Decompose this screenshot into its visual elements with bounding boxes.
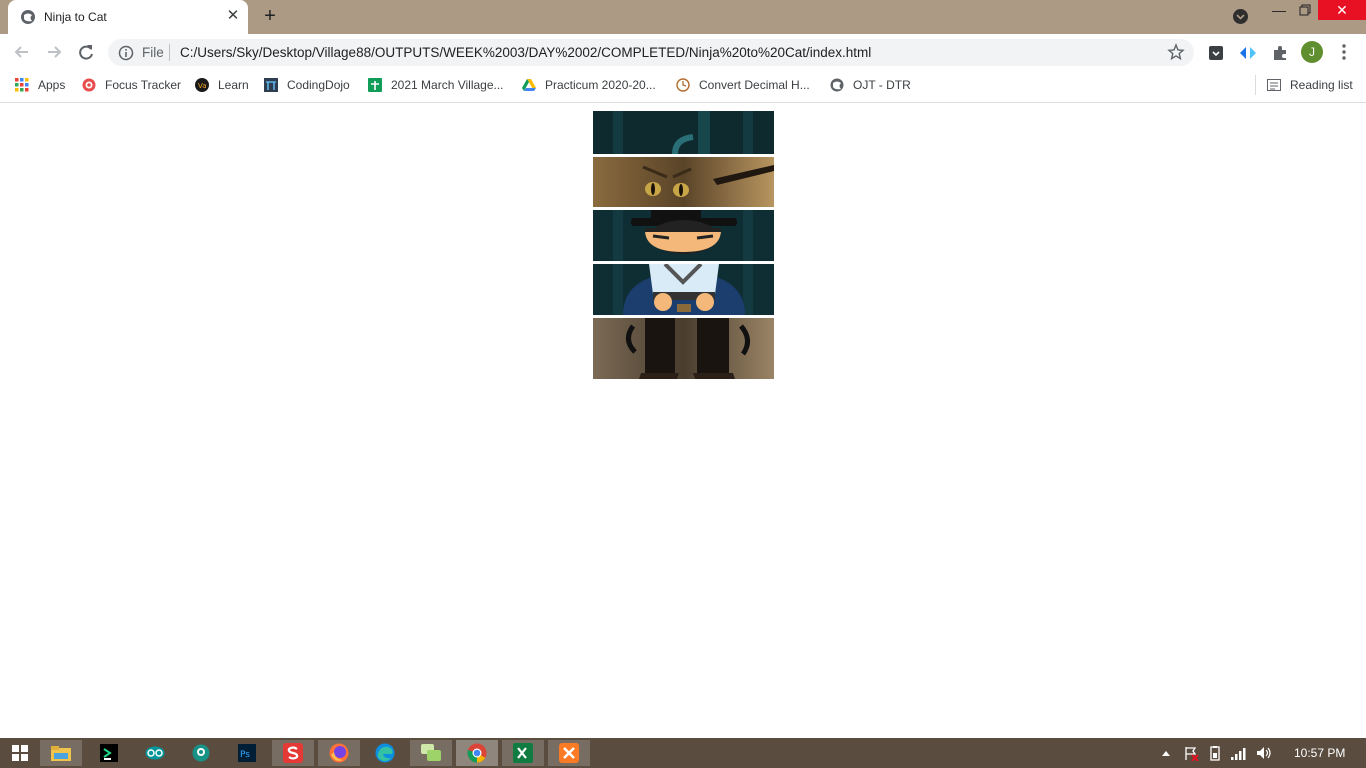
taskbar-xampp[interactable]	[548, 740, 590, 766]
svg-text:Va: Va	[198, 82, 207, 90]
reload-icon[interactable]	[76, 42, 96, 62]
extension-arrows-icon[interactable]	[1238, 44, 1258, 62]
excel-icon	[513, 743, 533, 763]
taskbar-pycharm[interactable]	[88, 740, 130, 766]
bookmark-ojt-dtr[interactable]: OJT - DTR	[830, 77, 911, 93]
bookmark-label: Practicum 2020-20...	[545, 78, 656, 92]
gitkraken-icon	[192, 744, 210, 762]
svg-text:Ps: Ps	[240, 750, 250, 760]
firefox-icon	[329, 743, 349, 763]
cat-strip-5	[593, 318, 774, 379]
wps-icon	[283, 743, 303, 763]
extension-save-icon[interactable]	[1207, 44, 1225, 62]
taskbar-photoshop[interactable]: Ps	[226, 740, 268, 766]
chrome-icon	[467, 743, 487, 763]
restore-button[interactable]	[1294, 2, 1316, 20]
ninja-strip-4	[593, 264, 774, 315]
arduino-icon	[145, 746, 165, 760]
taskbar-arduino[interactable]	[134, 740, 176, 766]
bookmark-star-icon[interactable]	[1167, 43, 1185, 61]
taskbar-chrome[interactable]	[456, 740, 498, 766]
tab-globe-icon	[21, 10, 35, 24]
bookmark-learn[interactable]: Va Learn	[195, 77, 249, 93]
taskbar-firefox[interactable]	[318, 740, 360, 766]
profile-avatar[interactable]: J	[1301, 41, 1323, 63]
tab-title: Ninja to Cat	[44, 10, 107, 24]
focus-tracker-icon	[82, 78, 96, 92]
bookmark-focus-tracker[interactable]: Focus Tracker	[82, 77, 181, 93]
learn-icon: Va	[195, 78, 209, 92]
cat-strip-2	[593, 157, 774, 207]
reading-list-icon	[1267, 79, 1281, 91]
bookmark-apps[interactable]: Apps	[15, 77, 65, 93]
extensions-puzzle-icon[interactable]	[1271, 44, 1289, 62]
file-explorer-icon	[51, 746, 71, 761]
sheets-icon	[368, 78, 382, 92]
xampp-icon	[559, 743, 579, 763]
chat-icon	[421, 744, 441, 761]
divider	[1255, 75, 1256, 95]
ninja-strip-3	[593, 210, 774, 261]
drive-icon	[522, 79, 536, 91]
bookmark-practicum[interactable]: Practicum 2020-20...	[522, 77, 656, 93]
start-icon	[12, 745, 28, 761]
pycharm-icon	[100, 744, 118, 762]
taskbar-edge[interactable]	[364, 740, 406, 766]
site-label: File	[142, 45, 164, 60]
minimize-button[interactable]: —	[1268, 2, 1290, 20]
taskbar-wps[interactable]	[272, 740, 314, 766]
ninja-strip-1	[593, 111, 774, 154]
start-button[interactable]	[0, 740, 40, 766]
bookmark-label: Convert Decimal H...	[699, 78, 810, 92]
taskbar-file-explorer[interactable]	[40, 740, 82, 766]
bookmark-label: 2021 March Village...	[391, 78, 504, 92]
bookmark-label: CodingDojo	[287, 78, 350, 92]
action-center-flag-icon[interactable]	[1183, 745, 1199, 761]
back-icon[interactable]	[12, 43, 32, 61]
close-window-button[interactable]: ✕	[1318, 0, 1366, 20]
bookmark-label: OJT - DTR	[853, 78, 911, 92]
bookmark-2021-march[interactable]: 2021 March Village...	[368, 77, 504, 93]
volume-icon[interactable]	[1255, 745, 1273, 761]
tab-close-icon[interactable]: ✕	[225, 7, 241, 25]
clock-icon	[676, 78, 690, 92]
reading-list-label: Reading list	[1290, 78, 1353, 92]
forward-icon[interactable]	[44, 43, 64, 61]
codingdojo-icon	[264, 78, 278, 92]
bookmark-codingdojo[interactable]: CodingDojo	[264, 77, 350, 93]
url-text[interactable]: C:/Users/Sky/Desktop/Village88/OUTPUTS/W…	[180, 45, 871, 60]
edge-icon	[375, 743, 395, 763]
menu-kebab-icon[interactable]	[1336, 43, 1352, 61]
battery-icon[interactable]	[1207, 745, 1223, 761]
info-icon[interactable]	[118, 45, 134, 61]
tab-search-icon[interactable]	[1233, 9, 1248, 24]
globe-icon	[830, 78, 844, 92]
network-icon[interactable]	[1230, 745, 1248, 761]
clock[interactable]: 10:57 PM	[1294, 746, 1345, 760]
divider	[169, 44, 170, 61]
taskbar-chat[interactable]	[410, 740, 452, 766]
bookmark-label: Focus Tracker	[105, 78, 182, 92]
tray-chevron-icon[interactable]	[1160, 748, 1172, 758]
bookmark-label: Apps	[38, 78, 66, 92]
bookmark-label: Learn	[218, 78, 249, 92]
taskbar-excel[interactable]	[502, 740, 544, 766]
new-tab-button[interactable]: +	[260, 5, 280, 27]
photoshop-icon: Ps	[238, 744, 256, 762]
taskbar-gitkraken[interactable]	[180, 740, 222, 766]
bookmark-convert-decimal[interactable]: Convert Decimal H...	[676, 77, 810, 93]
reading-list-button[interactable]: Reading list	[1267, 77, 1353, 93]
apps-grid-icon	[15, 78, 29, 92]
